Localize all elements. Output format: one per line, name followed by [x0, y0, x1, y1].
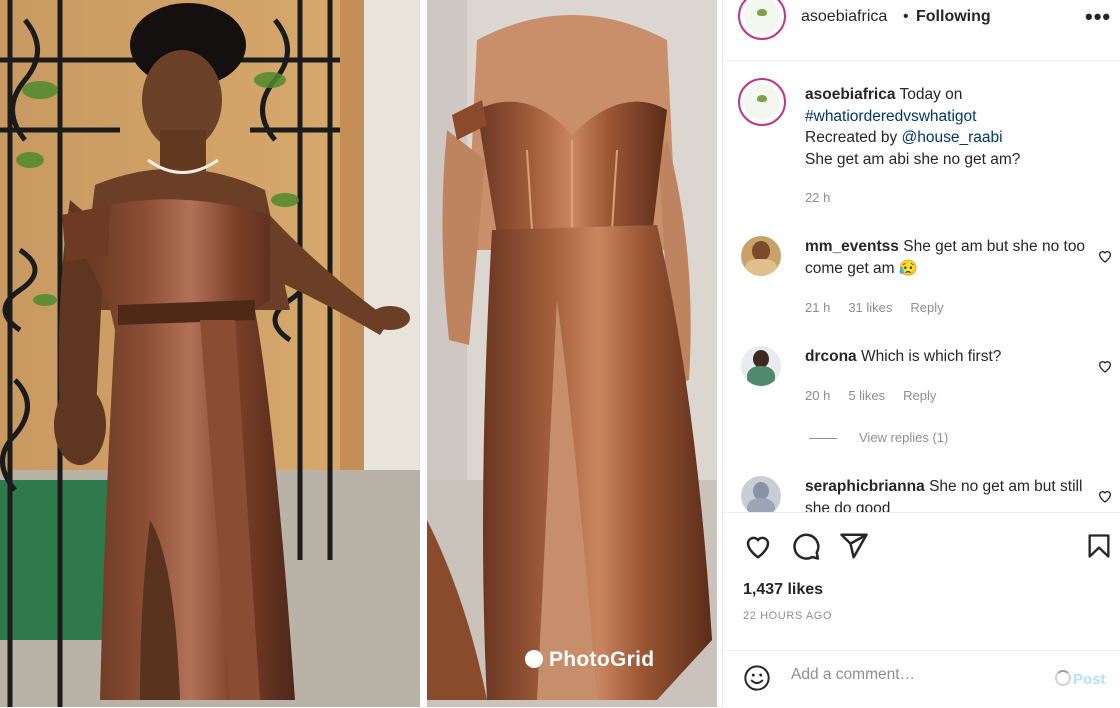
likes-count[interactable]: 1,437 likes: [743, 581, 823, 599]
caption-text-3: She get am abi she no get am?: [805, 150, 1021, 168]
comment-username[interactable]: mm_eventss: [805, 238, 899, 255]
comment-icon[interactable]: [791, 531, 821, 561]
photo-left: [0, 0, 420, 707]
loading-spinner-icon: [1055, 670, 1071, 686]
caption-text-1: Today on: [899, 86, 963, 103]
caption-text-2: Recreated by: [805, 129, 898, 146]
post-image[interactable]: PhotoGrid: [0, 0, 722, 707]
comment-text: Which is which first?: [861, 348, 1002, 365]
bookmark-icon[interactable]: [1085, 531, 1113, 561]
caption-username[interactable]: asoebiafrica: [805, 86, 895, 103]
comment-meta: 20 h 5 likes Reply: [805, 388, 954, 403]
post-actions: 1,437 likes 22 HOURS AGO: [723, 512, 1120, 651]
comment-meta: 21 h 31 likes Reply: [805, 300, 962, 315]
commenter-avatar[interactable]: [741, 476, 781, 512]
reply-button[interactable]: Reply: [910, 300, 943, 315]
post-timestamp[interactable]: 22 HOURS AGO: [743, 610, 832, 622]
commenter-avatar[interactable]: [741, 346, 781, 386]
emoji-icon[interactable]: [743, 664, 771, 692]
more-icon[interactable]: •••: [1085, 4, 1111, 30]
reply-button[interactable]: Reply: [903, 388, 936, 403]
comment-input[interactable]: [789, 665, 1043, 685]
add-comment-bar: Post: [723, 650, 1120, 708]
share-icon[interactable]: [839, 531, 869, 561]
comment-time[interactable]: 21 h: [805, 300, 830, 315]
photo-right: [427, 0, 717, 707]
photo-left-art: [0, 0, 420, 707]
photogrid-watermark: PhotoGrid: [525, 648, 654, 672]
author-username[interactable]: asoebiafrica: [801, 8, 887, 26]
comment-likes[interactable]: 31 likes: [848, 300, 892, 315]
caption-avatar[interactable]: [738, 78, 786, 126]
comment-likes[interactable]: 5 likes: [848, 388, 885, 403]
comment-time[interactable]: 20 h: [805, 388, 830, 403]
comment-username[interactable]: seraphicbrianna: [805, 478, 925, 495]
caption-mention[interactable]: @house_raabi: [902, 129, 1003, 146]
caption-time[interactable]: 22 h: [805, 190, 830, 205]
comment-item: drcona Which is which first?: [805, 346, 1095, 368]
post-caption: asoebiafrica Today on #whatiorderedvswha…: [805, 84, 1105, 170]
caption-hashtag[interactable]: #whatiorderedvswhatigot: [805, 108, 976, 125]
post-header: asoebiafrica • Following •••: [723, 0, 1120, 61]
commenter-avatar[interactable]: [741, 236, 781, 276]
comment-username[interactable]: drcona: [805, 348, 857, 365]
heart-icon[interactable]: [743, 531, 773, 561]
heart-icon[interactable]: [1097, 248, 1113, 264]
heart-icon[interactable]: [1097, 488, 1113, 504]
photo-right-art: [427, 0, 717, 707]
following-button[interactable]: Following: [916, 8, 991, 26]
author-avatar[interactable]: [738, 0, 786, 40]
separator-dot: •: [903, 8, 909, 25]
comment-item: mm_eventss She get am but she no too com…: [805, 236, 1095, 280]
view-replies-button[interactable]: View replies (1): [809, 430, 948, 445]
post-button[interactable]: Post: [1055, 670, 1106, 688]
comments-section[interactable]: asoebiafrica Today on #whatiorderedvswha…: [723, 62, 1120, 512]
comment-item: seraphicbrianna She no get am but still …: [805, 476, 1095, 512]
photogrid-logo-icon: [525, 650, 543, 668]
heart-icon[interactable]: [1097, 358, 1113, 374]
post-sidebar: asoebiafrica • Following ••• asoebiafric…: [722, 0, 1120, 707]
